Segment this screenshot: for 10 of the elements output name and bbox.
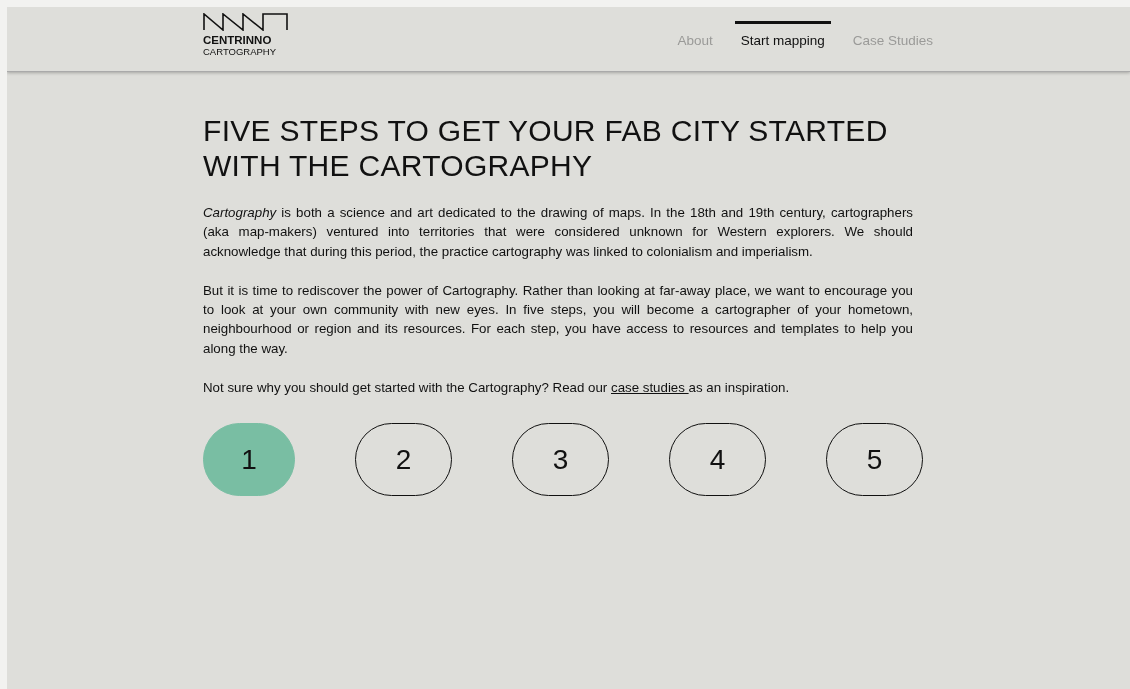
logo-icon bbox=[203, 13, 289, 31]
paragraph: But it is time to rediscover the power of Cartography. Rather than looking at far-away place, we want to encourage you to look at your own community with new eyes. In five steps, you will become a cartographer of your hometown, neighbourhood or region and its resources. For each step, you have access to resources and templates to help you along the way. bbox=[203, 281, 913, 358]
case-studies-link[interactable]: case studies bbox=[611, 380, 689, 396]
step-button[interactable]: 1 bbox=[203, 423, 296, 497]
logo-title: CENTRINNO bbox=[203, 34, 273, 46]
paragraph: Not sure why you should get started with the Cartography? Read our case studies as an inspiration. bbox=[203, 379, 791, 398]
page-heading: FIVE STEPS TO GET YOUR FAB CITY STARTED WITH THE CARTOGRAPHY bbox=[203, 113, 889, 183]
logo-subtitle: CARTOGRAPHY bbox=[203, 46, 278, 57]
paragraph: Cartography is both a science and art dedicated to the drawing of maps. In the 18th and 19th century, cartographers (aka map-makers) ventured into territories that were considered unknown for Western explorers. We should acknowledge that during this period, the practice cartography was linked to colonialism and imperialism. bbox=[203, 204, 913, 261]
nav-link[interactable]: Start mapping bbox=[734, 21, 831, 48]
